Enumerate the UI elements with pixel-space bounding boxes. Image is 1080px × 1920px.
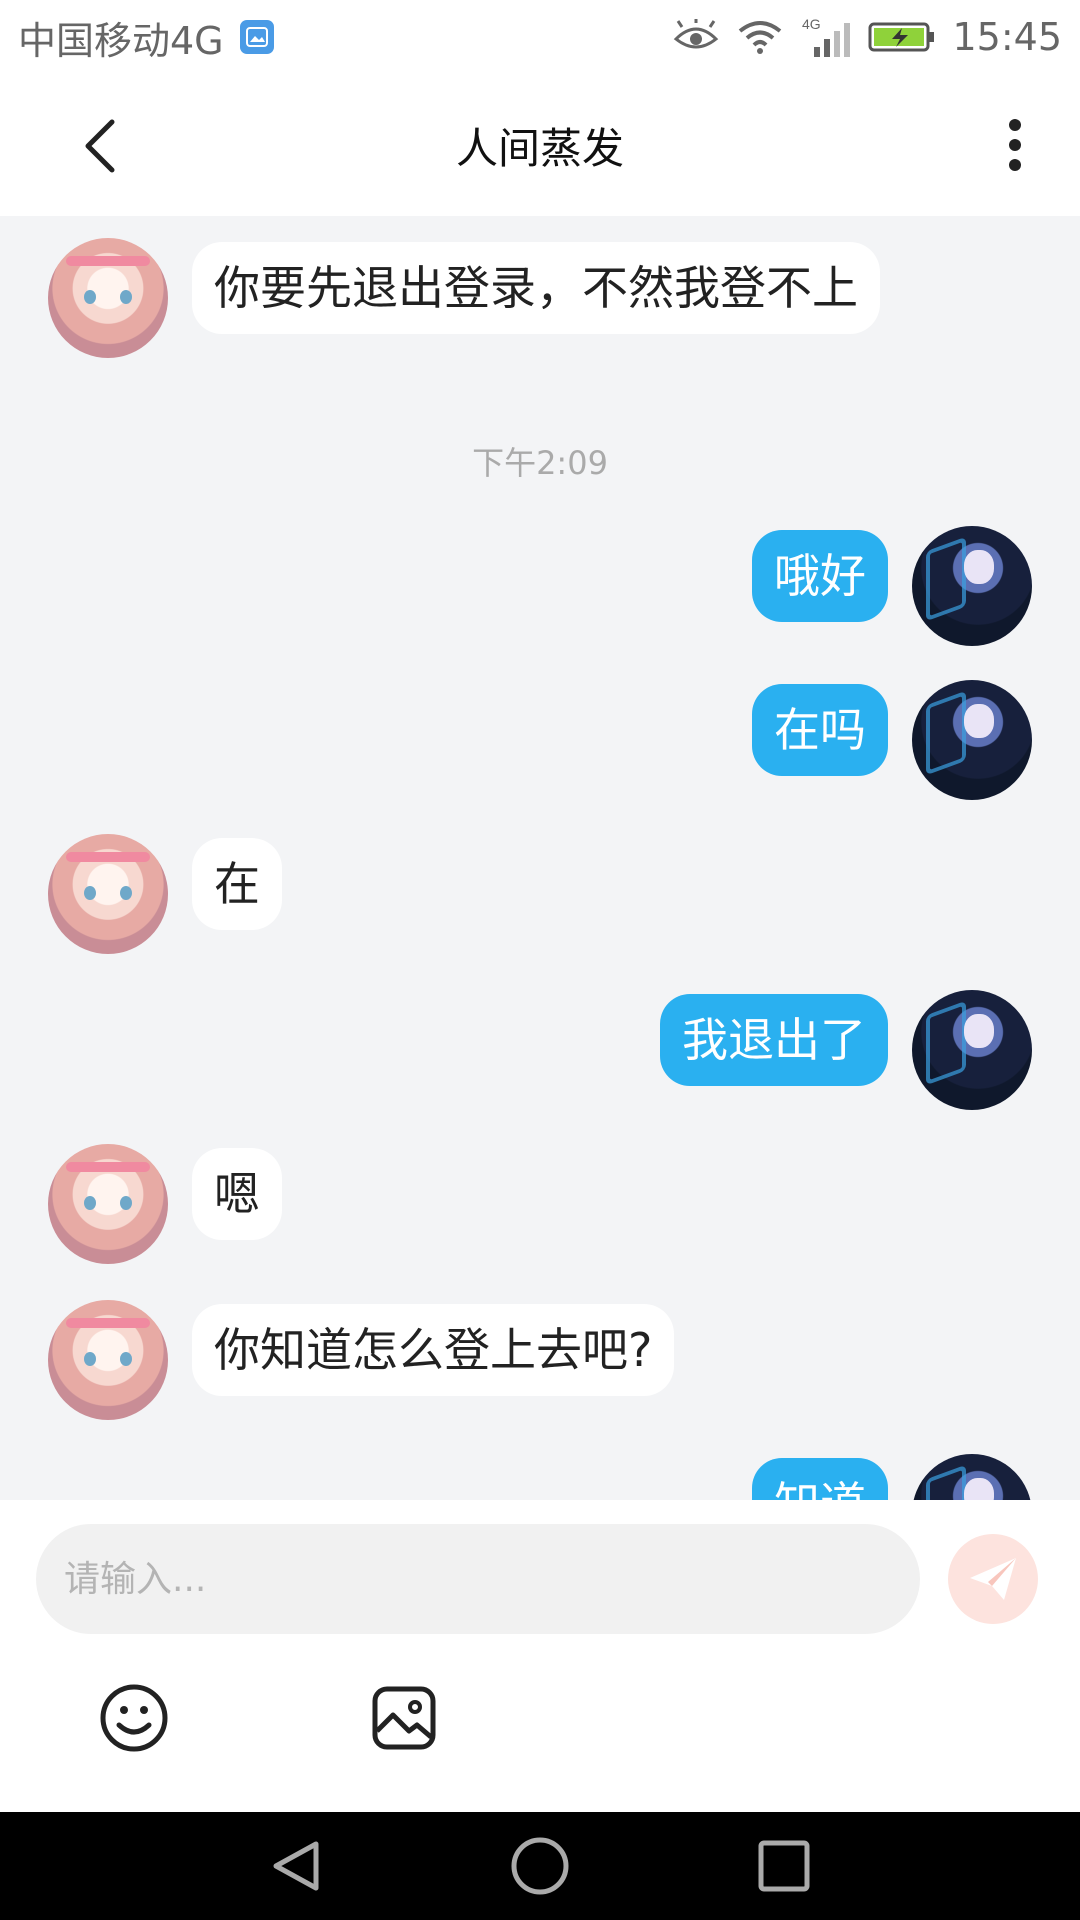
message-composer bbox=[0, 1500, 1080, 1812]
chat-message-list[interactable]: 你要先退出登录，不然我登不上 下午2:09 哦好 在吗 在 我退出了 嗯 你知道… bbox=[0, 216, 1080, 1500]
message-bubble[interactable]: 知道 bbox=[752, 1458, 888, 1500]
send-button[interactable] bbox=[948, 1534, 1038, 1624]
system-home-button[interactable] bbox=[508, 1834, 572, 1898]
triangle-back-icon bbox=[273, 1841, 319, 1891]
message-bubble[interactable]: 我退出了 bbox=[660, 994, 888, 1086]
message-outgoing: 在吗 bbox=[752, 680, 1032, 800]
eye-icon bbox=[672, 19, 720, 55]
cellular-signal-icon: 4G bbox=[800, 15, 852, 59]
message-bubble[interactable]: 在吗 bbox=[752, 684, 888, 776]
user-avatar[interactable] bbox=[912, 526, 1032, 646]
image-icon bbox=[372, 1686, 436, 1750]
message-bubble[interactable]: 你要先退出登录，不然我登不上 bbox=[192, 242, 880, 334]
paper-plane-icon bbox=[970, 1558, 1016, 1600]
message-outgoing: 知道 bbox=[752, 1454, 1032, 1500]
contact-avatar[interactable] bbox=[48, 1300, 168, 1420]
message-input[interactable] bbox=[36, 1524, 920, 1634]
contact-avatar[interactable] bbox=[48, 238, 168, 358]
user-avatar[interactable] bbox=[912, 990, 1032, 1110]
back-button[interactable] bbox=[70, 114, 130, 178]
more-vertical-icon bbox=[1009, 119, 1021, 171]
chevron-left-icon bbox=[85, 119, 115, 173]
more-options-button[interactable] bbox=[980, 110, 1050, 180]
message-bubble[interactable]: 嗯 bbox=[192, 1148, 282, 1240]
user-avatar[interactable] bbox=[912, 1454, 1032, 1500]
message-incoming: 嗯 bbox=[48, 1144, 282, 1264]
message-incoming: 你知道怎么登上去吧? bbox=[48, 1300, 675, 1420]
carrier-label: 中国移动4G bbox=[18, 18, 224, 63]
chat-header: 人间蒸发 bbox=[0, 74, 1080, 216]
image-picker-button[interactable] bbox=[366, 1680, 442, 1756]
system-navigation-bar bbox=[0, 1812, 1080, 1920]
message-bubble[interactable]: 哦好 bbox=[752, 530, 888, 622]
message-outgoing: 我退出了 bbox=[660, 990, 1032, 1110]
user-avatar[interactable] bbox=[912, 680, 1032, 800]
square-recents-icon bbox=[758, 1840, 810, 1892]
contact-avatar[interactable] bbox=[48, 1144, 168, 1264]
message-timestamp: 下午2:09 bbox=[472, 444, 608, 482]
circle-home-icon bbox=[511, 1837, 569, 1895]
wifi-icon bbox=[736, 19, 784, 55]
smiley-icon bbox=[100, 1684, 168, 1752]
status-bar: 中国移动4G 4G 15:45 bbox=[0, 0, 1080, 74]
message-outgoing: 哦好 bbox=[752, 526, 1032, 646]
gallery-notification-icon bbox=[239, 20, 274, 54]
message-incoming: 你要先退出登录，不然我登不上 bbox=[48, 238, 880, 358]
battery-charging-icon bbox=[868, 20, 936, 54]
message-bubble[interactable]: 在 bbox=[192, 838, 282, 930]
message-incoming: 在 bbox=[48, 834, 282, 954]
emoji-button[interactable] bbox=[96, 1680, 172, 1756]
network-type-label: 4G bbox=[802, 16, 821, 32]
message-bubble[interactable]: 你知道怎么登上去吧? bbox=[192, 1304, 675, 1396]
status-time: 15:45 bbox=[952, 15, 1062, 59]
page-title: 人间蒸发 bbox=[455, 123, 624, 173]
system-recents-button[interactable] bbox=[752, 1834, 816, 1898]
contact-avatar[interactable] bbox=[48, 834, 168, 954]
system-back-button[interactable] bbox=[264, 1834, 328, 1898]
